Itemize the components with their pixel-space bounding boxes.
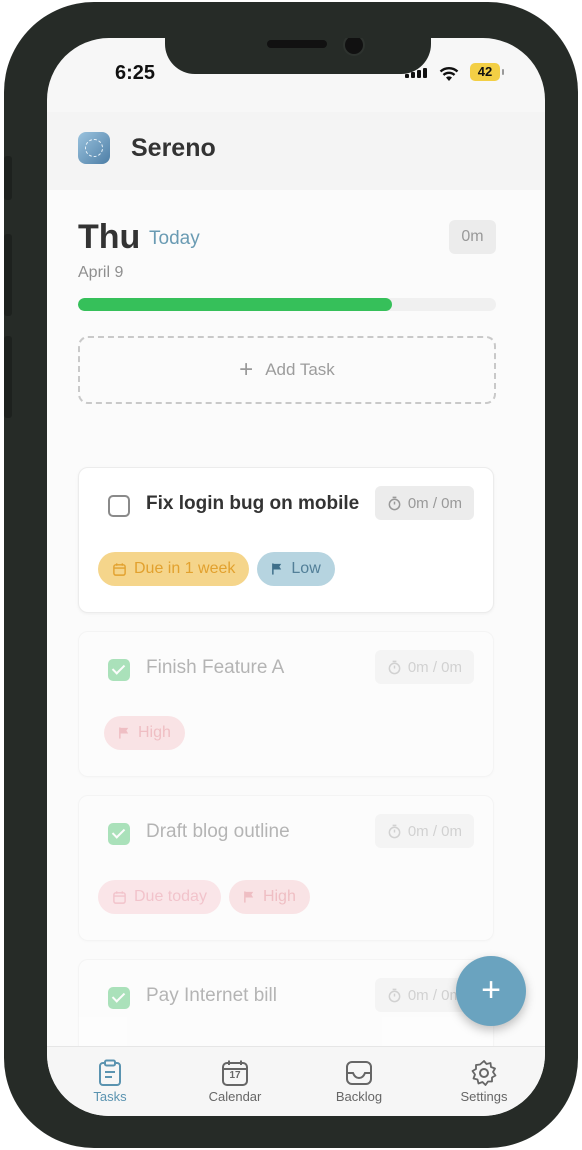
bottom-tab-bar: Tasks 17 Calendar Backlog Settings xyxy=(47,1046,545,1116)
app-logo-icon xyxy=(78,132,110,164)
tab-tasks-label: Tasks xyxy=(93,1089,127,1104)
flag-icon xyxy=(244,891,254,903)
priority-label: High xyxy=(138,724,171,741)
task-tags: Due in 1 week Low xyxy=(98,552,335,586)
tab-settings-label: Settings xyxy=(460,1089,508,1104)
task-tags: High xyxy=(104,716,185,750)
priority-tag[interactable]: High xyxy=(104,716,185,750)
mute-switch xyxy=(4,156,12,200)
day-progress-bar xyxy=(78,298,496,311)
task-time-label: 0m / 0m xyxy=(407,658,462,676)
task-checkbox[interactable] xyxy=(108,659,130,681)
wifi-icon xyxy=(439,66,459,87)
task-checkbox[interactable] xyxy=(108,823,130,845)
due-date-label: Due in 1 week xyxy=(134,560,236,577)
task-tags: Due today High xyxy=(98,880,310,914)
battery-indicator: 42 xyxy=(470,63,504,81)
front-camera xyxy=(343,38,365,56)
task-time-label: 0m / 0m xyxy=(407,822,462,840)
app-header: Sereno xyxy=(47,112,545,190)
task-title: Pay Internet bill xyxy=(146,985,277,1006)
app-name: Sereno xyxy=(131,134,216,162)
flag-icon xyxy=(119,727,129,739)
calendar-day-badge: 17 xyxy=(229,1070,241,1081)
inbox-icon xyxy=(346,1061,372,1085)
task-time-label: 0m / 0m xyxy=(407,986,462,1004)
screen: 6:25 42 Sereno Thu Today April 9 0m + Ad… xyxy=(47,38,545,1116)
tab-backlog[interactable]: Backlog xyxy=(314,1057,404,1104)
device-notch xyxy=(165,38,431,74)
due-date-tag[interactable]: Due in 1 week xyxy=(98,552,250,586)
calendar-icon xyxy=(113,562,126,576)
plus-icon: + xyxy=(239,356,254,383)
task-title: Fix login bug on mobile xyxy=(146,493,360,514)
total-time-badge[interactable]: 0m xyxy=(449,220,496,254)
task-timer[interactable]: 0m / 0m xyxy=(374,814,474,848)
add-task-button[interactable]: + Add Task xyxy=(78,336,496,404)
task-title: Draft blog outline xyxy=(146,821,290,842)
day-progress-fill xyxy=(78,298,392,311)
task-card[interactable]: Fix login bug on mobile 0m / 0m Due in 1… xyxy=(78,467,494,613)
volume-down-button xyxy=(4,336,12,418)
speaker-grille xyxy=(267,40,327,48)
task-time-label: 0m / 0m xyxy=(407,494,462,512)
task-title: Finish Feature A xyxy=(146,657,285,678)
today-label: Today xyxy=(149,228,200,249)
task-checkbox[interactable] xyxy=(108,987,130,1009)
task-card[interactable]: Draft blog outline 0m / 0m Due today Hig… xyxy=(78,795,494,941)
calendar-icon xyxy=(113,890,126,904)
gear-icon xyxy=(471,1060,497,1086)
tab-calendar[interactable]: 17 Calendar xyxy=(190,1057,280,1104)
flag-icon xyxy=(272,563,282,575)
priority-label: High xyxy=(262,888,296,905)
weekday-heading: Thu xyxy=(78,218,141,256)
tab-tasks[interactable]: Tasks xyxy=(65,1057,155,1104)
due-date-label: Due today xyxy=(134,888,207,905)
date-label: April 9 xyxy=(78,264,124,281)
add-task-fab[interactable]: + xyxy=(456,956,526,1026)
task-timer[interactable]: 0m / 0m xyxy=(374,486,474,520)
status-time: 6:25 xyxy=(115,62,156,84)
stopwatch-icon xyxy=(388,496,401,510)
task-card[interactable]: Finish Feature A 0m / 0m High xyxy=(78,631,494,777)
tab-calendar-label: Calendar xyxy=(208,1089,262,1104)
task-timer[interactable]: 0m / 0m xyxy=(374,650,474,684)
task-checkbox[interactable] xyxy=(108,495,130,517)
clipboard-icon xyxy=(99,1059,121,1086)
priority-label: Low xyxy=(291,560,321,577)
priority-tag[interactable]: High xyxy=(228,880,310,914)
add-task-label: Add Task xyxy=(265,360,335,379)
tab-settings[interactable]: Settings xyxy=(439,1057,529,1104)
task-list-view[interactable]: Thu Today April 9 0m + Add Task Fix logi… xyxy=(47,190,545,1105)
priority-tag[interactable]: Low xyxy=(257,552,335,586)
volume-up-button xyxy=(4,234,12,316)
due-date-tag[interactable]: Due today xyxy=(98,880,221,914)
stopwatch-icon xyxy=(388,824,401,838)
stopwatch-icon xyxy=(388,660,401,674)
phone-frame: 6:25 42 Sereno Thu Today April 9 0m + Ad… xyxy=(4,2,578,1148)
tab-backlog-label: Backlog xyxy=(335,1089,383,1104)
stopwatch-icon xyxy=(388,988,401,1002)
